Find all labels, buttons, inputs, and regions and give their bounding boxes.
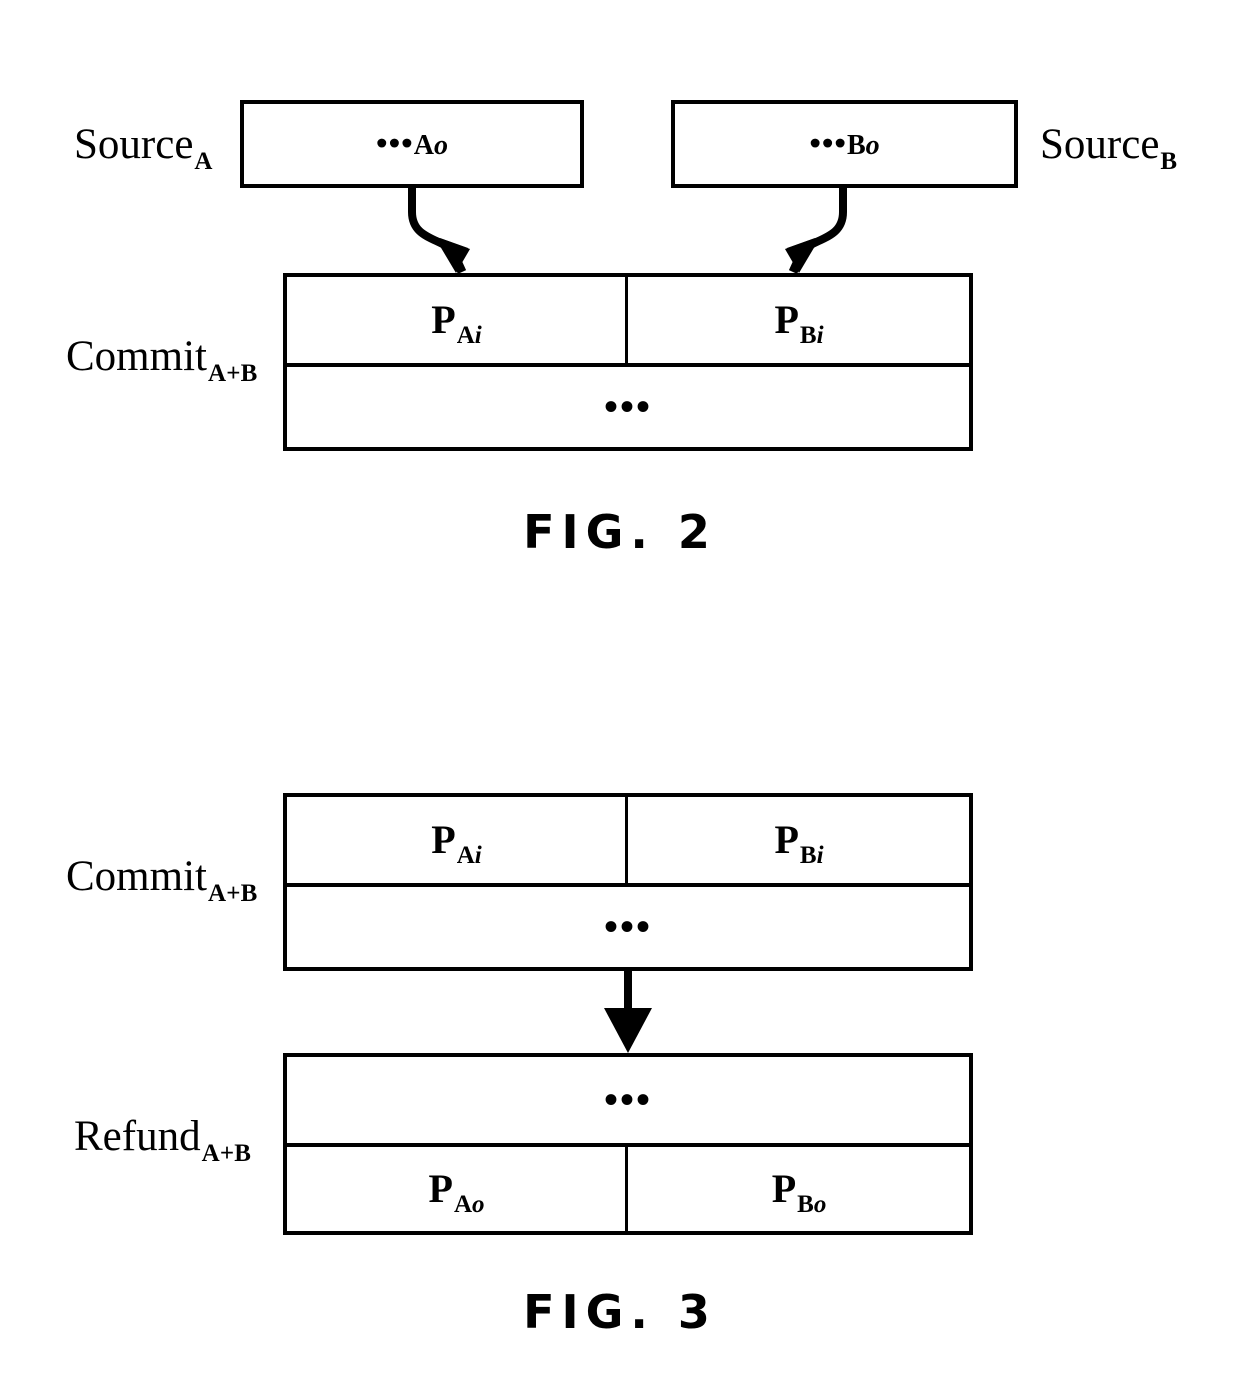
source-b-label-main: Source (1040, 121, 1160, 168)
fig2-caption: FIG. 2 (523, 505, 717, 559)
commit-label-subscript-fig2: A+B (207, 360, 258, 387)
p-bi-fig2: PBi (774, 297, 824, 349)
commit-label-main-fig2: Commit (66, 333, 207, 380)
source-a-dots: ••• (376, 125, 414, 162)
source-b-box: •••Bo (671, 100, 1018, 188)
source-a-label: SourceA (74, 121, 212, 174)
source-b-content-main: B (846, 129, 866, 161)
source-b-content-subscript: o (865, 129, 880, 161)
commit-cell-pai-fig2: PAi (287, 277, 628, 363)
commit-cell-pbi-fig2: PBi (628, 277, 969, 363)
source-a-label-main: Source (74, 121, 194, 168)
p-ao: PAo (428, 1166, 485, 1218)
source-a-label-subscript: A (194, 148, 213, 175)
refund-label-subscript: A+B (201, 1140, 252, 1167)
source-a-content: •••Ao (376, 125, 448, 162)
p-bo: PBo (771, 1166, 827, 1218)
refund-bottom-row: PAo PBo (287, 1147, 969, 1231)
arrow-source-b-to-commit (785, 188, 847, 274)
p-ai-fig3: PAi (431, 817, 482, 869)
source-b-label: SourceB (1040, 121, 1177, 174)
arrow-source-a-to-commit (408, 188, 470, 274)
p-bi-fig3: PBi (774, 817, 824, 869)
commit-top-row-fig2: PAi PBi (287, 277, 969, 363)
source-b-dots: ••• (809, 125, 847, 162)
commit-bottom-row-fig2: ••• (287, 367, 969, 447)
refund-label-main: Refund (74, 1113, 201, 1160)
arrow-commit-to-refund (604, 971, 652, 1053)
refund-box: ••• PAo PBo (283, 1053, 973, 1235)
fig3-caption: FIG. 3 (523, 1285, 717, 1339)
commit-box-fig2: PAi PBi ••• (283, 273, 973, 451)
refund-cell-pbo: PBo (628, 1147, 969, 1231)
source-b-content: •••Bo (809, 125, 880, 162)
source-a-box: •••Ao (240, 100, 584, 188)
commit-label-fig3: CommitA+B (66, 853, 257, 906)
commit-bottom-row-fig3: ••• (287, 887, 969, 967)
refund-top-ellipsis: ••• (603, 1077, 652, 1122)
commit-label-fig2: CommitA+B (66, 333, 257, 386)
p-ai-fig2: PAi (431, 297, 482, 349)
source-a-content-subscript: o (433, 129, 448, 161)
commit-label-main-fig3: Commit (66, 853, 207, 900)
figure-sheet: SourceA •••Ao •••Bo SourceB CommitA+B PA… (0, 0, 1240, 1390)
source-b-label-subscript: B (1160, 148, 1178, 175)
commit-box-fig3: PAi PBi ••• (283, 793, 973, 971)
source-a-content-main: A (413, 129, 434, 161)
refund-cell-pao: PAo (287, 1147, 628, 1231)
commit-label-subscript-fig3: A+B (207, 880, 258, 907)
refund-top-row: ••• (287, 1057, 969, 1143)
commit-top-row-fig3: PAi PBi (287, 797, 969, 883)
refund-label: RefundA+B (74, 1113, 251, 1166)
commit-bottom-ellipsis-fig2: ••• (603, 384, 652, 429)
commit-cell-pai-fig3: PAi (287, 797, 628, 883)
commit-bottom-ellipsis-fig3: ••• (603, 904, 652, 949)
commit-cell-pbi-fig3: PBi (628, 797, 969, 883)
